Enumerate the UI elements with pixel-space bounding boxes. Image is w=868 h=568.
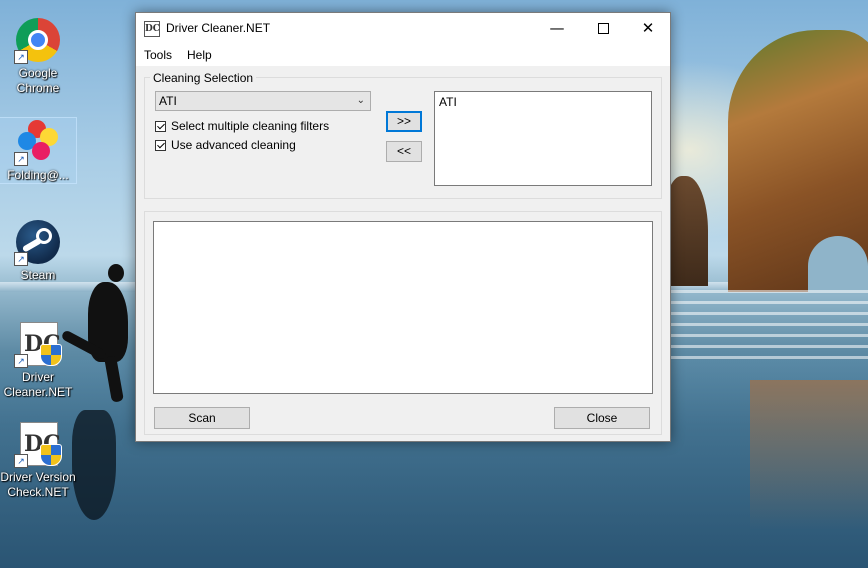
cleaning-selection-legend: Cleaning Selection — [150, 71, 257, 85]
list-item[interactable]: ATI — [439, 95, 457, 109]
desktop-icon-driver-version-check[interactable]: DC ↗ Driver Version Check.NET — [0, 420, 76, 500]
title-bar[interactable]: DC Driver Cleaner.NET — ✕ — [136, 13, 670, 44]
multiple-filters-checkbox[interactable] — [155, 121, 166, 132]
wallpaper-arch-opening — [808, 236, 868, 296]
chrome-icon-center — [28, 30, 48, 50]
shortcut-arrow-icon: ↗ — [14, 454, 28, 468]
scan-button[interactable]: Scan — [154, 407, 250, 429]
wallpaper-runner — [108, 264, 124, 282]
desktop-icon-label: Driver Cleaner.NET — [3, 370, 73, 399]
advanced-cleaning-checkbox[interactable] — [155, 140, 166, 151]
desktop-icon-label: Driver Version Check.NET — [0, 470, 76, 499]
close-window-button[interactable]: ✕ — [625, 13, 671, 44]
window-title: Driver Cleaner.NET — [166, 21, 271, 35]
desktop-icon-label: Google Chrome — [16, 66, 60, 95]
wallpaper-rock-reflection — [750, 380, 868, 530]
shield-icon — [40, 444, 62, 466]
chevron-down-icon: ⌄ — [356, 95, 365, 106]
advanced-cleaning-label: Use advanced cleaning — [171, 138, 296, 152]
desktop-icon-steam[interactable]: ↗ Steam — [0, 218, 76, 283]
shortcut-arrow-icon: ↗ — [14, 252, 28, 266]
cleaning-filter-select[interactable]: ATI ⌄ — [155, 91, 371, 111]
desktop-icon-label: Steam — [20, 268, 56, 282]
advanced-cleaning-checkbox-row[interactable]: Use advanced cleaning — [155, 138, 296, 152]
maximize-icon — [597, 23, 609, 34]
multiple-filters-checkbox-row[interactable]: Select multiple cleaning filters — [155, 119, 329, 133]
cleaning-filter-value: ATI — [159, 94, 177, 108]
maximize-button[interactable] — [580, 13, 626, 44]
wallpaper-runner-reflection — [72, 410, 116, 520]
selected-filters-list[interactable]: ATI — [434, 91, 652, 186]
menu-bar: Tools Help — [136, 44, 670, 66]
desktop-icon-label: Folding@... — [7, 168, 69, 182]
menu-help[interactable]: Help — [187, 48, 212, 62]
results-log[interactable] — [153, 221, 653, 394]
app-icon: DC — [144, 21, 160, 37]
multiple-filters-label: Select multiple cleaning filters — [171, 119, 330, 133]
driver-cleaner-window: DC Driver Cleaner.NET — ✕ Tools Help Cle… — [135, 12, 671, 442]
close-button[interactable]: Close — [554, 407, 650, 429]
remove-filter-button[interactable]: << — [386, 141, 422, 162]
menu-tools[interactable]: Tools — [144, 48, 172, 62]
minimize-button[interactable]: — — [534, 13, 580, 44]
add-filter-button[interactable]: >> — [386, 111, 422, 132]
desktop-icon-folding-at-home[interactable]: ↗ Folding@... — [0, 117, 77, 184]
desktop-icon-driver-cleaner[interactable]: DC ↗ Driver Cleaner.NET — [0, 320, 76, 400]
desktop-icon-google-chrome[interactable]: ↗ Google Chrome — [0, 16, 76, 96]
shortcut-arrow-icon: ↗ — [14, 152, 28, 166]
shortcut-arrow-icon: ↗ — [14, 354, 28, 368]
shortcut-arrow-icon: ↗ — [14, 50, 28, 64]
folding-at-home-icon: ↗ — [14, 118, 62, 166]
shield-icon — [40, 344, 62, 366]
